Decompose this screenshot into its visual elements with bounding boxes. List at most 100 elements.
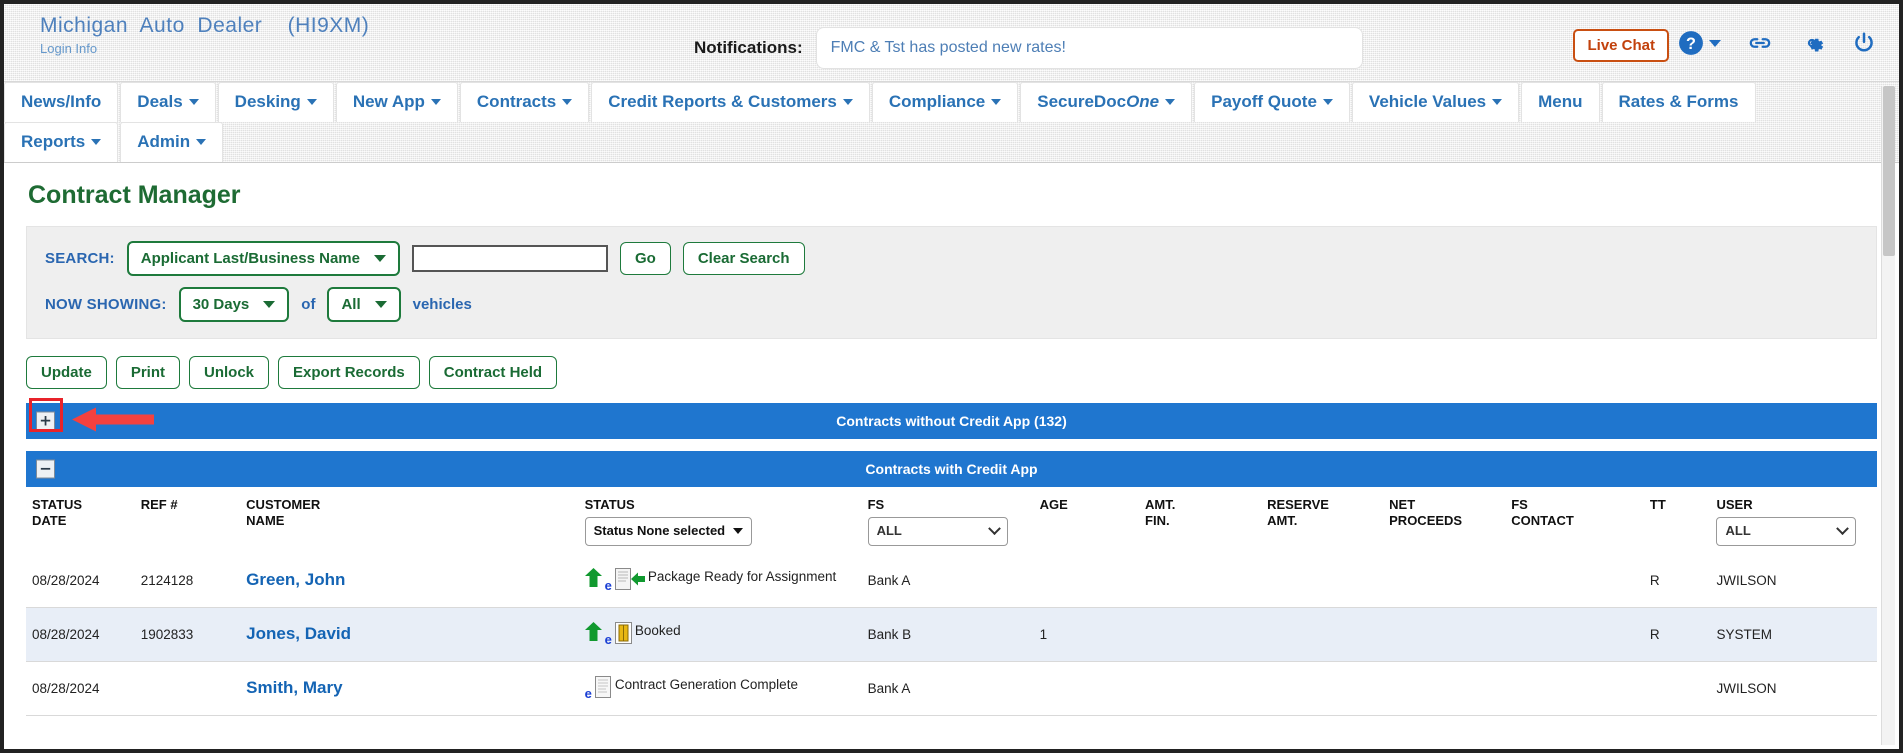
cell-reserve-amount <box>1261 553 1384 608</box>
nav-item-label: Compliance <box>888 92 986 111</box>
update-button[interactable]: Update <box>26 356 107 389</box>
nav-item-label: Menu <box>1538 92 1583 111</box>
go-button[interactable]: Go <box>619 242 671 275</box>
e-icon[interactable]: e <box>605 578 612 593</box>
e-icon[interactable]: e <box>605 632 612 647</box>
money-icon[interactable] <box>614 621 632 647</box>
live-chat-button[interactable]: Live Chat <box>1573 29 1669 62</box>
section-title: Contracts without Credit App (132) <box>836 413 1067 429</box>
column-header-label: FIN. <box>1145 513 1170 529</box>
collapse-section-button[interactable]: − <box>36 459 55 479</box>
cell-fs: Bank A <box>861 553 1034 608</box>
cell-reserve-amount <box>1261 661 1384 716</box>
status-filter-select[interactable]: Status None selected <box>584 517 753 546</box>
section-title: Contracts with Credit App <box>865 461 1038 477</box>
help-icon[interactable]: ? <box>1678 30 1721 56</box>
dealer-name: Michigan Auto Dealer (HI9XM) <box>40 14 370 37</box>
nav-item-label: New App <box>352 92 425 111</box>
table-row[interactable]: 08/28/2024 Smith, Mary e Contract Generatio… <box>26 661 1877 716</box>
cell-status: e Package Ready for Assignment <box>578 553 862 608</box>
user-filter-value: ALL <box>1725 523 1751 539</box>
user-filter-select[interactable]: ALL <box>1716 517 1857 546</box>
chevron-down-icon <box>263 301 276 308</box>
column-header-label: RESERVE <box>1267 497 1329 512</box>
column-header-label: TT <box>1649 497 1666 512</box>
annotation-arrow <box>72 407 154 436</box>
nav-item-admin[interactable]: Admin <box>120 122 224 162</box>
table-row[interactable]: 08/28/2024 1902833 Jones, David e Booked Bank… <box>26 607 1877 662</box>
gear-icon[interactable] <box>1799 30 1825 56</box>
cell-customer-name-value[interactable]: Jones, David <box>246 624 351 643</box>
contracts-table: STATUS DATE REF # CUSTOMER NAME STATUS Status … <box>26 487 1877 716</box>
cell-ref-number <box>134 661 241 716</box>
search-input[interactable] <box>411 245 608 272</box>
scrollbar-thumb[interactable] <box>1883 86 1895 256</box>
link-icon[interactable] <box>1747 30 1773 56</box>
section-gap <box>26 439 1877 451</box>
vehicles-label: vehicles <box>412 296 472 313</box>
column-header-label: AMT. <box>1145 497 1176 512</box>
nav-item-label: Credit Reports & Customers <box>608 92 837 111</box>
table-row[interactable]: 08/28/2024 2124128 Green, John e Package Rea… <box>26 553 1877 608</box>
power-icon[interactable] <box>1851 30 1877 56</box>
vertical-scrollbar[interactable] <box>1881 86 1895 745</box>
clear-search-button[interactable]: Clear Search <box>682 242 805 275</box>
section-contracts-without-credit-app[interactable]: + Contracts without Credit App (132) <box>26 398 1877 439</box>
fs-filter-select[interactable]: ALL <box>867 517 1008 546</box>
cell-customer-name-value[interactable]: Green, John <box>246 570 345 589</box>
chevron-down-icon <box>733 528 744 535</box>
e-icon[interactable]: e <box>585 686 592 701</box>
nav-item-payoff-quote[interactable]: Payoff Quote <box>1194 82 1350 122</box>
column-header-label: REF # <box>140 497 178 512</box>
notification-message[interactable]: FMC & Tst has posted new rates! <box>816 28 1362 68</box>
nav-item-label: Payoff Quote <box>1211 92 1317 111</box>
cell-tt: R <box>1643 607 1711 662</box>
cell-customer-name-value[interactable]: Smith, Mary <box>246 678 342 697</box>
column-header-label: AGE <box>1039 497 1068 512</box>
document-icon[interactable] <box>594 675 612 701</box>
nav-item-credit-reports-customers[interactable]: Credit Reports & Customers <box>591 82 870 122</box>
nav-item-desking[interactable]: Desking <box>217 82 334 122</box>
column-header-label: AMT. <box>1267 513 1298 529</box>
vehicle-filter-select[interactable]: All <box>327 287 401 322</box>
nav-item-contracts[interactable]: Contracts <box>459 82 590 122</box>
days-range-value: 30 Days <box>192 296 250 313</box>
days-range-select[interactable]: 30 Days <box>178 287 290 322</box>
nav-item-news-info[interactable]: News/Info <box>4 82 119 122</box>
nav-item-rates-forms[interactable]: Rates & Forms <box>1601 82 1756 122</box>
up-arrow-icon[interactable] <box>584 621 602 644</box>
nav-item-reports[interactable]: Reports <box>4 122 119 162</box>
nav-item-label: SecureDocOne <box>1037 92 1160 111</box>
nav-item-menu[interactable]: Menu <box>1521 82 1600 122</box>
nav-item-vehicle-values[interactable]: Vehicle Values <box>1351 82 1520 122</box>
nav-item-label: Vehicle Values <box>1368 92 1487 111</box>
column-header-label: FS <box>867 497 885 512</box>
nav-item-deals[interactable]: Deals <box>120 82 216 122</box>
cell-net-proceeds <box>1383 661 1506 716</box>
cell-tt <box>1643 661 1711 716</box>
column-header-label: PROCEEDS <box>1389 513 1463 529</box>
cell-fs-contact <box>1505 661 1644 716</box>
unlock-button[interactable]: Unlock <box>189 356 270 389</box>
action-button-row: Update Print Unlock Export Records Contract … <box>26 356 1877 389</box>
nav-item-securedocone[interactable]: SecureDocOne <box>1020 82 1193 122</box>
cell-user: SYSTEM <box>1710 607 1877 662</box>
cell-ref-number: 1902833 <box>134 607 241 662</box>
nav-item-new-app[interactable]: New App <box>335 82 458 122</box>
column-header-age: AGE <box>1034 487 1139 554</box>
notifications-label: Notifications: <box>694 38 803 57</box>
up-arrow-icon[interactable] <box>584 567 602 590</box>
export-records-button[interactable]: Export Records <box>278 356 420 389</box>
table-header-row: STATUS DATE REF # CUSTOMER NAME STATUS Status … <box>26 487 1877 554</box>
nav-item-label: Desking <box>234 92 301 111</box>
search-criteria-select[interactable]: Applicant Last/Business Name <box>126 241 400 276</box>
nav-item-compliance[interactable]: Compliance <box>871 82 1019 122</box>
print-button[interactable]: Print <box>115 356 181 389</box>
section-contracts-with-credit-app[interactable]: − Contracts with Credit App <box>26 451 1877 487</box>
contract-held-button[interactable]: Contract Held <box>428 356 558 389</box>
login-info-link[interactable]: Login Info <box>40 41 369 56</box>
column-header-ref: REF # <box>135 487 240 554</box>
browser-viewport: Michigan Auto Dealer (HI9XM) Login Info … <box>0 0 1903 753</box>
expand-section-button[interactable]: + <box>36 411 55 431</box>
document-arrow-icon[interactable] <box>614 567 645 593</box>
